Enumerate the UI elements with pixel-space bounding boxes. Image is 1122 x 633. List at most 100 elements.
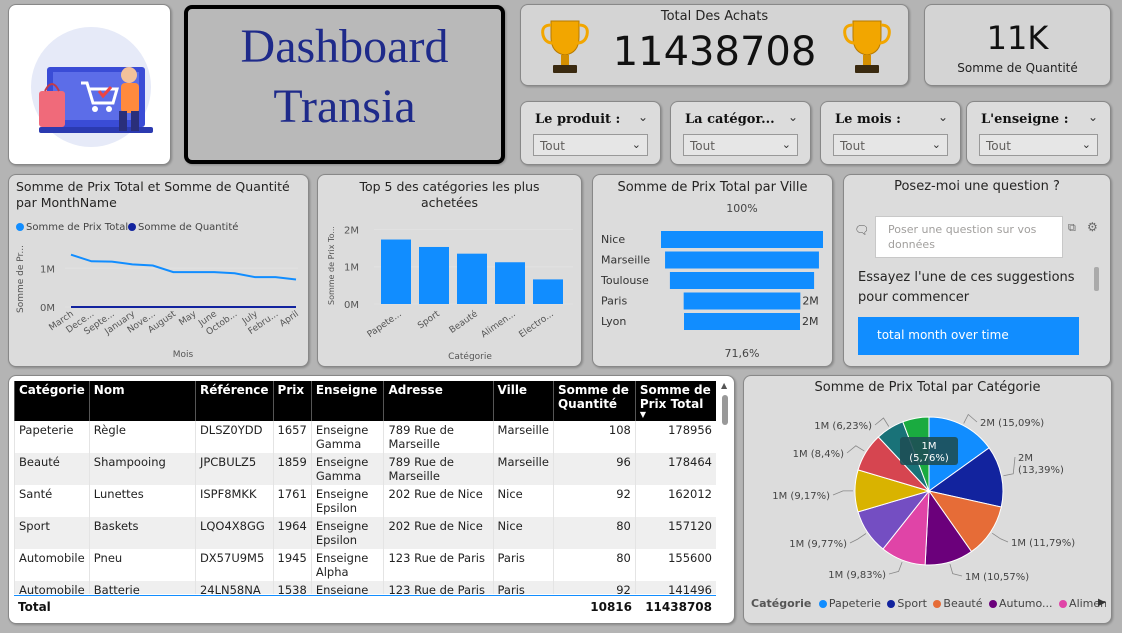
cell-reference: JPCBULZ5 — [194, 453, 274, 485]
chevron-down-icon: ⌄ — [781, 138, 791, 151]
table-row[interactable]: Automobile Batterie 24LN58NA 1538 Enseigne 12… — [14, 581, 716, 594]
table-panel[interactable]: Catégorie Nom Référence Prix Enseigne Ad… — [8, 375, 735, 624]
slicer-enseigne[interactable]: L'enseigne : ⌄ Tout ⌄ — [966, 101, 1111, 165]
total-label: Total — [18, 600, 51, 614]
table-total-row: Total 10816 11438708 — [14, 595, 716, 617]
slicer-produit[interactable]: Le produit : ⌄ Tout ⌄ — [520, 101, 661, 165]
suggestion-button[interactable]: total month over time — [858, 317, 1079, 355]
pie-data-label: 1M (11,79%) — [1011, 538, 1075, 549]
column-header[interactable]: Prix — [272, 381, 312, 421]
y-tick-label: 2M — [344, 225, 359, 236]
bar-chart-panel[interactable]: Top 5 des catégories les plus achetées S… — [317, 174, 582, 367]
trophy-icon — [541, 20, 589, 73]
pie-data-label: 1M (6,23%) — [814, 421, 872, 432]
cell-quantite: 80 — [552, 517, 636, 549]
cell-categorie: Sport — [14, 517, 90, 549]
chevron-down-icon[interactable]: ⌄ — [938, 110, 948, 124]
kpi-total-card: Total Des Achats 11438708 — [520, 4, 909, 86]
shopping-illustration-icon — [31, 27, 153, 147]
cell-enseigne: Enseigne Gamma — [310, 421, 384, 453]
table-row[interactable]: Beauté Shampooing JPCBULZ5 1859 Enseigne Gam… — [14, 453, 716, 485]
x-axis-label: Mois — [173, 350, 194, 360]
bar — [457, 253, 487, 304]
column-header[interactable]: Adresse — [383, 381, 494, 421]
pie-panel[interactable]: Somme de Prix Total par Catégorie 2M (15… — [743, 375, 1112, 624]
pie-leader-line — [874, 417, 890, 427]
legend-next-icon[interactable]: ▶ — [1098, 597, 1106, 608]
cell-quantite: 92 — [552, 581, 636, 594]
chevron-down-icon[interactable]: ⌄ — [638, 110, 648, 124]
slicer-dropdown[interactable]: Tout ⌄ — [833, 134, 948, 156]
cell-reference: DX57U9M5 — [194, 549, 274, 581]
column-header[interactable]: Somme de Quantité — [552, 381, 636, 421]
cell-prix: 1859 — [272, 453, 312, 485]
x-tick-label: Sport — [416, 309, 442, 331]
gear-icon[interactable]: ⚙ — [1087, 220, 1098, 234]
table-row[interactable]: Automobile Pneu DX57U9M5 1945 Enseigne Alpha… — [14, 549, 716, 581]
vertical-scrollbar[interactable]: ▲ — [720, 381, 730, 593]
legend-item[interactable]: Papeterie — [818, 597, 881, 610]
pie-data-label: 1M (10,57%) — [965, 572, 1029, 583]
cell-enseigne: Enseigne Alpha — [310, 549, 384, 581]
title-panel: Dashboard Transia — [184, 5, 505, 164]
legend-dot — [128, 223, 136, 231]
cell-categorie: Beauté — [14, 453, 90, 485]
funnel-bar — [684, 313, 800, 330]
scroll-up-icon[interactable]: ▲ — [721, 381, 727, 390]
legend-item[interactable]: Sport — [887, 597, 927, 610]
table-row[interactable]: Papeterie Règle DLSZ0YDD 1657 Enseigne Gamma… — [14, 421, 716, 453]
pie-data-label: 1M (9,83%) — [828, 570, 886, 581]
cell-quantite: 96 — [552, 453, 636, 485]
cell-prix-total: 157120 — [634, 517, 716, 549]
cell-quantite: 92 — [552, 485, 636, 517]
line-chart-panel[interactable]: Somme de Prix Total et Somme de Quantité… — [8, 174, 309, 367]
cell-categorie: Automobile — [14, 549, 90, 581]
cell-adresse: 789 Rue de Marseille — [383, 421, 494, 453]
cell-reference: LQO4X8GG — [194, 517, 274, 549]
y-tick-label: 0M — [40, 303, 55, 314]
cell-prix-total: 155600 — [634, 549, 716, 581]
slicer-dropdown[interactable]: Tout ⌄ — [979, 134, 1098, 156]
cell-categorie: Papeterie — [14, 421, 90, 453]
column-header[interactable]: Catégorie — [14, 381, 90, 421]
cell-prix: 1538 — [272, 581, 312, 594]
pie-leader-line — [963, 413, 978, 424]
table-row[interactable]: Sport Baskets LQO4X8GG 1964 Enseigne Epsilon… — [14, 517, 716, 549]
chevron-down-icon[interactable]: ⌄ — [1088, 110, 1098, 124]
slicer-label: L'enseigne : — [981, 112, 1069, 127]
cell-adresse: 123 Rue de Paris — [383, 581, 494, 594]
legend-item[interactable]: Autumo... — [989, 597, 1053, 610]
table-row[interactable]: Santé Lunettes ISPF8MKK 1761 Enseigne Epsilo… — [14, 485, 716, 517]
copy-icon[interactable]: ⧉ — [1068, 221, 1076, 235]
column-header[interactable]: Enseigne — [310, 381, 384, 421]
suggestion-text: Essayez l'une de ces suggestions pour co… — [858, 270, 1075, 305]
chevron-down-icon[interactable]: ⌄ — [788, 110, 798, 124]
slicer-mois[interactable]: Le mois : ⌄ Tout ⌄ — [820, 101, 961, 165]
slicer-categorie[interactable]: La catégor... ⌄ Tout ⌄ — [670, 101, 811, 165]
scroll-thumb[interactable] — [722, 395, 728, 425]
legend-item[interactable]: Beauté — [933, 597, 983, 610]
funnel-data-label: 2M — [802, 295, 819, 308]
pie-data-label: 2M (13,39%) — [1018, 453, 1064, 476]
column-header[interactable]: Référence — [194, 381, 274, 421]
column-header[interactable]: Nom — [88, 381, 196, 421]
scrollbar[interactable] — [1094, 267, 1099, 291]
pie-data-label: 1M (9,77%) — [789, 539, 847, 550]
x-axis-label: Catégorie — [448, 351, 492, 362]
pie-leader-line — [1003, 456, 1016, 477]
bar-chart: Somme de Prix To... Catégorie 2M 1M 0M Pape… — [327, 225, 573, 362]
pie-leader-line — [849, 533, 867, 544]
bar — [533, 279, 563, 304]
slicer-dropdown[interactable]: Tout ⌄ — [533, 134, 648, 156]
qa-panel[interactable]: Posez-moi une question ? 🗨 Poser une que… — [843, 174, 1111, 367]
question-input[interactable]: Poser une question sur vos données — [875, 216, 1063, 258]
table-scroll-area[interactable]: Catégorie Nom Référence Prix Enseigne Ad… — [14, 381, 716, 594]
x-tick-label: Papete... — [366, 309, 404, 340]
line-chart: Somme de Prix Total Somme de Quantité So… — [16, 221, 301, 360]
funnel-panel[interactable]: Somme de Prix Total par Ville 100% 71,6%… — [592, 174, 833, 367]
column-header-sorted[interactable]: Somme de Prix Total ▼ — [634, 381, 716, 421]
slicer-dropdown[interactable]: Tout ⌄ — [683, 134, 798, 156]
cell-prix-total: 178956 — [634, 421, 716, 453]
slicer-label: La catégor... — [685, 112, 775, 127]
column-header[interactable]: Ville — [492, 381, 554, 421]
